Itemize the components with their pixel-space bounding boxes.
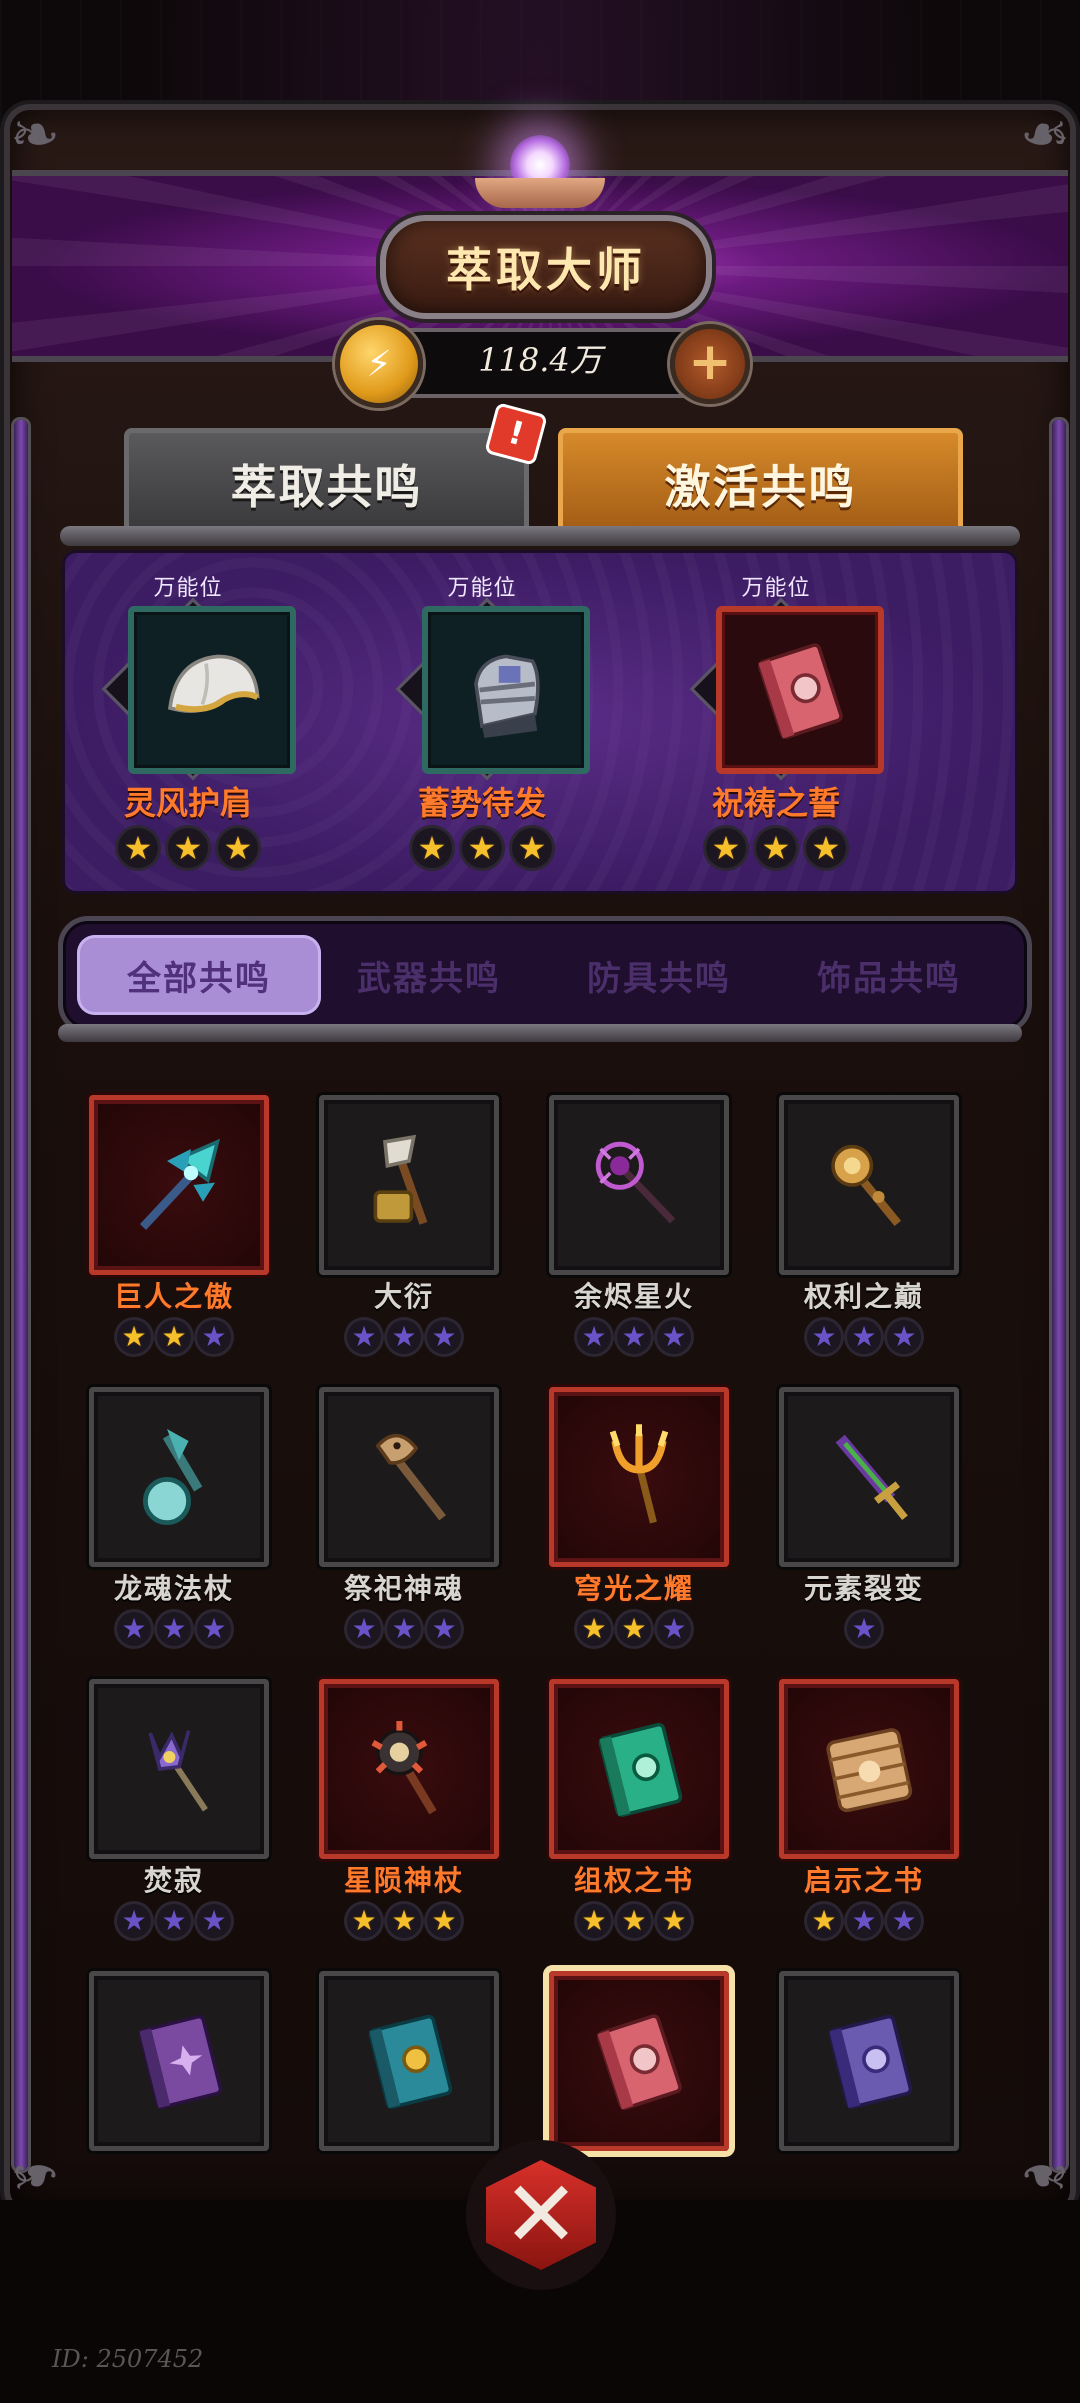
dark-staff-icon: [549, 1095, 729, 1275]
divider: [60, 526, 1020, 546]
slot-name: 蓄势待发: [417, 784, 546, 822]
universal-slot-3[interactable]: 万能位 祝祷之誓: [656, 550, 896, 894]
gauntlet-icon: [422, 606, 590, 774]
tab-extract-resonance[interactable]: 萃取共鸣: [124, 428, 529, 540]
resonance-item[interactable]: 元素裂变: [750, 1342, 980, 1646]
crown-scepter-icon: [89, 1679, 269, 1859]
gold-star-icon: [118, 828, 158, 868]
gold-star-icon: [218, 828, 258, 868]
currency-amount: 118.4万: [478, 341, 602, 379]
resonance-item[interactable]: 巨人之傲: [60, 1050, 290, 1354]
universal-slot-2[interactable]: 万能位 蓄势待发: [362, 550, 602, 894]
universal-slot-1[interactable]: 万能位 灵风护肩: [68, 550, 308, 894]
close-x-icon: ✕: [486, 2160, 596, 2270]
resonance-item[interactable]: 龙魂法杖: [60, 1342, 290, 1646]
filter-tab-weapon[interactable]: 武器共鸣: [307, 935, 551, 1015]
tab-label: 萃取共鸣: [230, 460, 423, 514]
item-name: 权利之巅: [803, 1280, 924, 1313]
slot-name: 灵风护肩: [123, 784, 252, 822]
title-plate: 萃取大师: [380, 215, 712, 319]
divider: [58, 1024, 1022, 1042]
frame-rail-right: [1052, 420, 1066, 2170]
item-name: 焚寂: [143, 1864, 204, 1897]
resonance-item[interactable]: 大衍: [290, 1050, 520, 1354]
bird-staff-icon: [319, 1387, 499, 1567]
resonance-item[interactable]: 余烬星火: [520, 1050, 750, 1354]
fire-trident-icon: [549, 1387, 729, 1567]
item-name: 祭祀神魂: [343, 1572, 464, 1605]
red-book-icon: [549, 1971, 729, 2151]
resonance-item[interactable]: 组权之书: [520, 1634, 750, 1938]
red-book-icon: [716, 606, 884, 774]
tab-activate-resonance[interactable]: 激活共鸣: [558, 428, 963, 540]
item-name: 巨人之傲: [113, 1280, 234, 1313]
resonance-item[interactable]: 星陨神杖: [290, 1634, 520, 1938]
spiked-mace-icon: [319, 1679, 499, 1859]
gold-star-icon: [412, 828, 452, 868]
gold-star-icon: [806, 828, 846, 868]
golden-scepter-icon: [779, 1095, 959, 1275]
scroll-book-icon: [779, 1679, 959, 1859]
page-title: 萃取大师: [446, 243, 646, 297]
corner-ornament-icon: ❧: [9, 100, 61, 170]
item-name: 大衍: [373, 1280, 434, 1313]
item-name: 启示之书: [803, 1864, 924, 1897]
resonance-item[interactable]: [290, 1926, 520, 2180]
corner-ornament-icon: ❧: [1019, 100, 1071, 170]
resonance-item[interactable]: 穹光之耀: [520, 1342, 750, 1646]
universal-slots-panel: 万能位 灵风护肩 万能位 蓄势待发 万能位 祝祷之誓: [62, 550, 1018, 894]
slot-label: 万能位: [741, 576, 811, 601]
filter-tab-armor[interactable]: 防具共鸣: [537, 935, 781, 1015]
purple-book-icon: [89, 1971, 269, 2151]
star-rating: [362, 828, 602, 868]
filter-tab-accessory[interactable]: 饰品共鸣: [767, 935, 1011, 1015]
resonance-item[interactable]: 焚寂: [60, 1634, 290, 1938]
star-rating: [656, 828, 896, 868]
resonance-item[interactable]: 启示之书: [750, 1634, 980, 1938]
frame-rail-left: [14, 420, 28, 2170]
resonance-grid: 巨人之傲 大衍 余烬星火 权利之巅龙魂法杖 祭祀神魂 穹光之耀 元素裂变焚寂 星陨神杖 组权之书…: [40, 1050, 1040, 2180]
axe-hammer-icon: [319, 1095, 499, 1275]
orb-staff-icon: [89, 1387, 269, 1567]
close-button[interactable]: ✕: [466, 2140, 616, 2290]
gold-star-icon: [462, 828, 502, 868]
item-name: 元素裂变: [803, 1572, 924, 1605]
shoulder-armor-icon: [128, 606, 296, 774]
slot-name: 祝祷之誓: [711, 784, 840, 822]
lightning-coin-icon: ⚡: [335, 320, 423, 408]
tab-label: 激活共鸣: [664, 460, 857, 514]
rainbow-sword-icon: [779, 1387, 959, 1567]
filter-tabs: 全部共鸣 武器共鸣 防具共鸣 饰品共鸣: [58, 916, 1032, 1034]
resonance-item[interactable]: 权利之巅: [750, 1050, 980, 1354]
item-name: 龙魂法杖: [113, 1572, 234, 1605]
resonance-item[interactable]: [60, 1926, 290, 2180]
item-name: 余烬星火: [573, 1280, 694, 1313]
add-currency-button[interactable]: +: [670, 324, 750, 404]
star-rating: [68, 828, 308, 868]
plus-icon: +: [688, 332, 732, 392]
gold-star-icon: [706, 828, 746, 868]
item-name: 组权之书: [573, 1864, 694, 1897]
gold-star-icon: [512, 828, 552, 868]
green-book-icon: [549, 1679, 729, 1859]
slot-label: 万能位: [447, 576, 517, 601]
item-name: 穹光之耀: [573, 1572, 694, 1605]
hand-icon: [475, 178, 605, 208]
filter-tab-all[interactable]: 全部共鸣: [77, 935, 321, 1015]
gold-star-icon: [168, 828, 208, 868]
crystal-spear-icon: [89, 1095, 269, 1275]
item-name: 星陨神杖: [343, 1864, 464, 1897]
resonance-item[interactable]: [750, 1926, 980, 2180]
violet-book-icon: [779, 1971, 959, 2151]
teal-book-icon: [319, 1971, 499, 2151]
resonance-item[interactable]: 祭祀神魂: [290, 1342, 520, 1646]
user-id: ID: 2507452: [52, 2345, 204, 2373]
gold-star-icon: [756, 828, 796, 868]
slot-label: 万能位: [153, 576, 223, 601]
